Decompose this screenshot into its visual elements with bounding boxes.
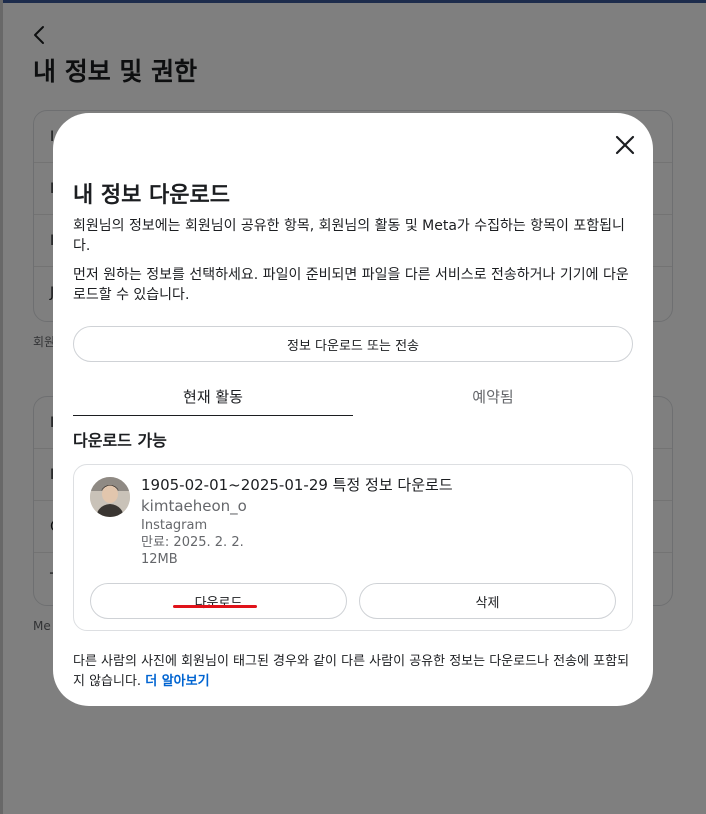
tab-scheduled[interactable]: 예약됨 (353, 383, 633, 416)
tab-bar: 현재 활동 예약됨 (73, 383, 633, 416)
tab-current-activity[interactable]: 현재 활동 (73, 383, 353, 416)
close-icon (615, 135, 635, 155)
download-item-title: 1905-02-01~2025-01-29 특정 정보 다운로드 (141, 476, 453, 494)
dialog-description: 회원님의 정보에는 회원님이 공유한 항목, 회원님의 활동 및 Meta가 수… (73, 218, 625, 254)
learn-more-link[interactable]: 더 알아보기 (145, 674, 209, 689)
account-username: kimtaeheon_o (141, 497, 247, 515)
dialog-title: 내 정보 다운로드 (73, 183, 230, 208)
delete-button[interactable]: 삭제 (359, 583, 616, 619)
download-button[interactable]: 다운로드 (90, 583, 347, 619)
annotation-underline (173, 605, 257, 608)
close-button[interactable] (612, 132, 638, 158)
section-title: 다운로드 가능 (73, 431, 167, 450)
dialog-instructions: 먼저 원하는 정보를 선택하세요. 파일이 준비되면 파일을 다른 서비스로 전… (73, 267, 629, 303)
account-platform: Instagram (141, 518, 208, 533)
avatar (90, 477, 130, 517)
file-size: 12MB (141, 552, 178, 567)
download-or-transfer-button[interactable]: 정보 다운로드 또는 전송 (73, 326, 633, 362)
footer-note: 다른 사람의 사진에 회원님이 태그된 경우와 같이 다른 사람이 공유한 정보… (73, 652, 635, 692)
download-item-card: 1905-02-01~2025-01-29 특정 정보 다운로드 kimtaeh… (73, 464, 633, 631)
expiration-date: 만료: 2025. 2. 2. (141, 535, 244, 550)
download-info-dialog: 내 정보 다운로드 회원님의 정보에는 회원님이 공유한 항목, 회원님의 활동… (53, 113, 653, 706)
